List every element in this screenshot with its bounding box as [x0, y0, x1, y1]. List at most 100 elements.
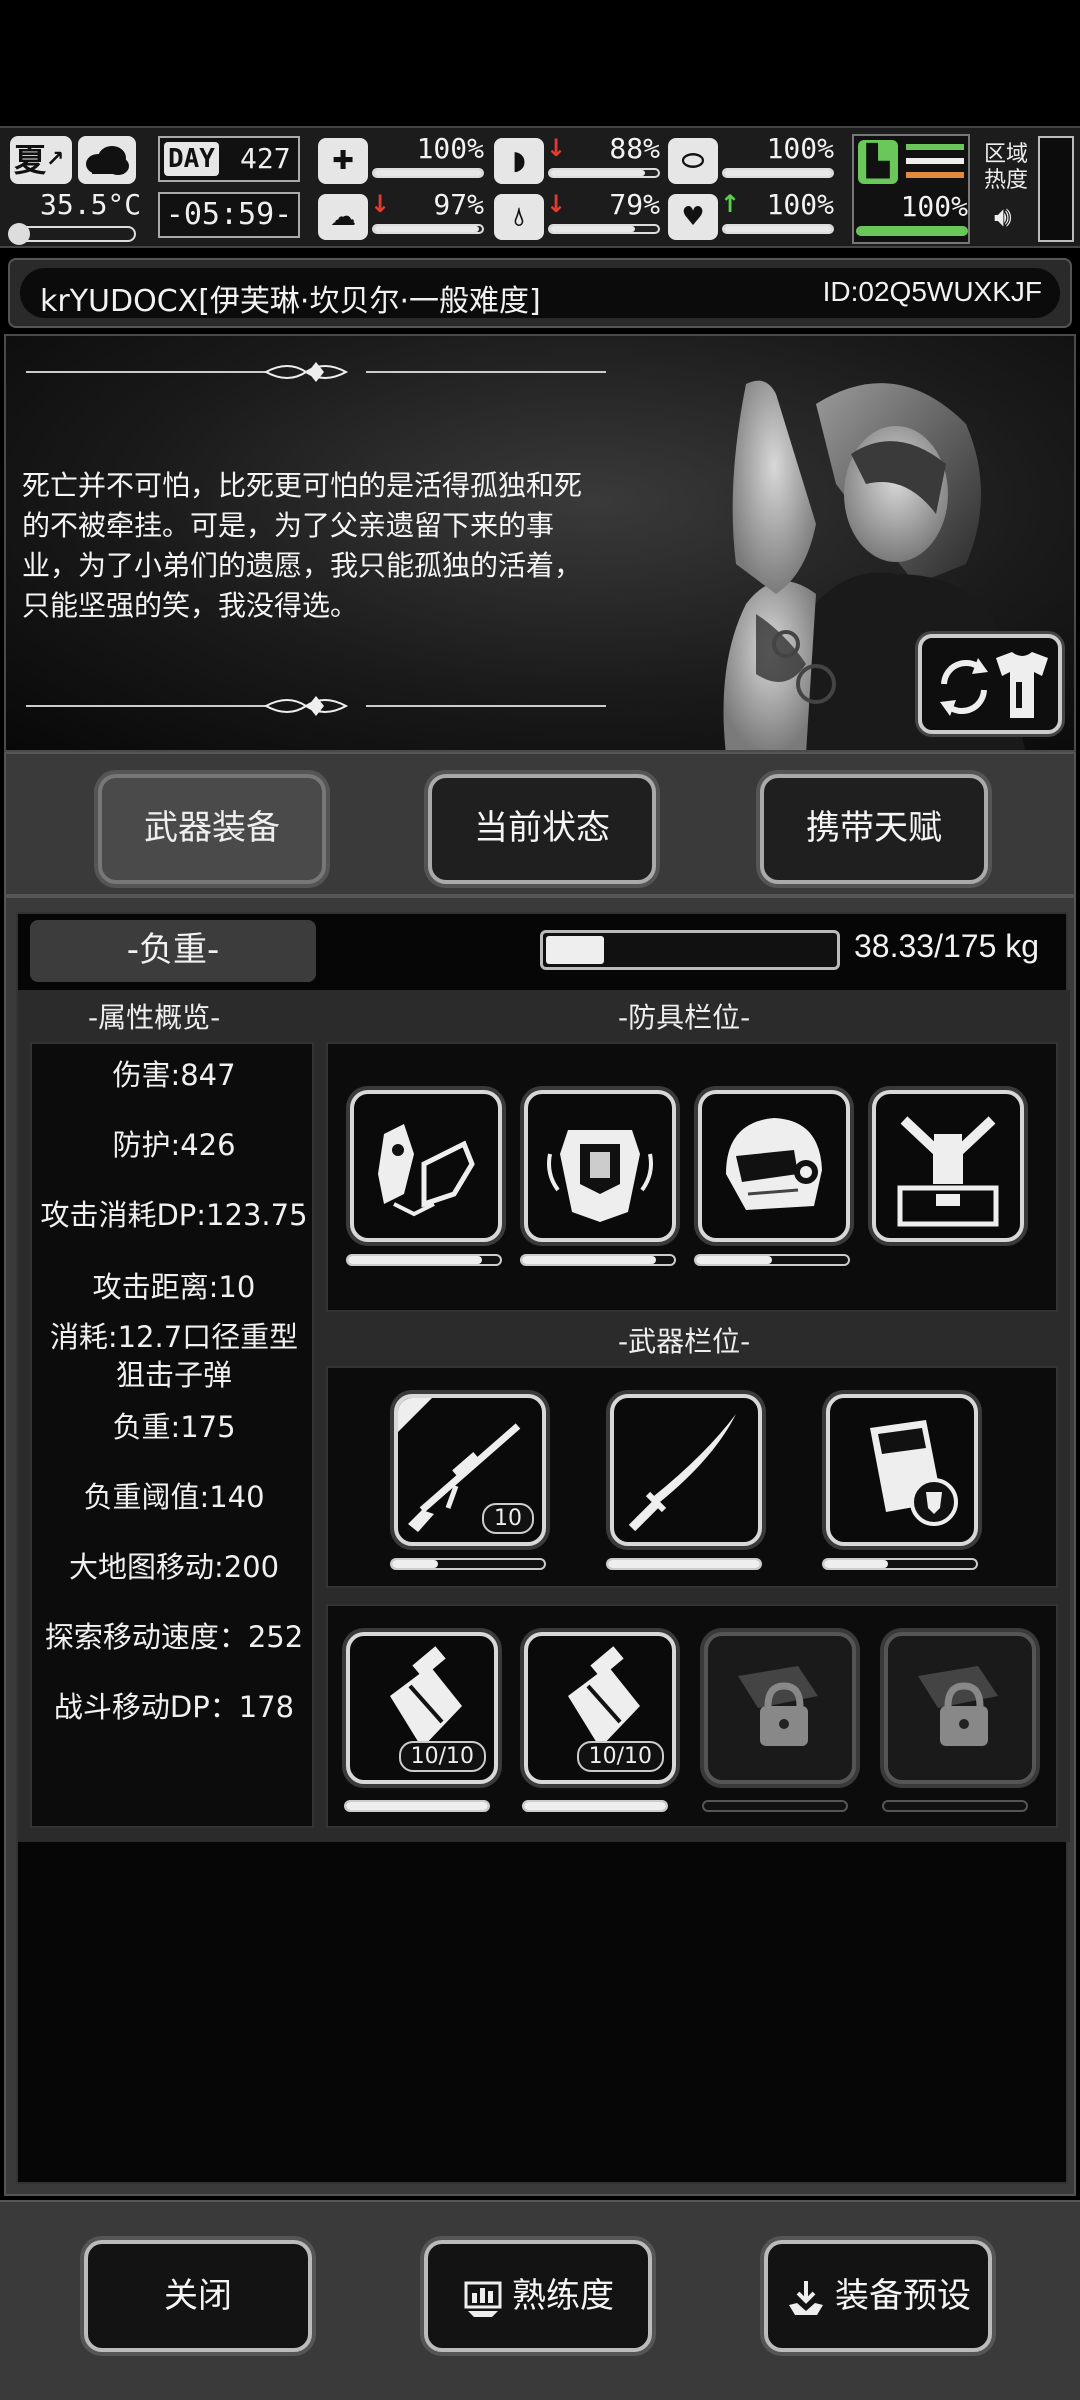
durability-fill	[346, 1802, 488, 1810]
katana-durability-bar	[606, 1558, 762, 1570]
item-slot-1[interactable]: 10/10	[346, 1632, 498, 1784]
close-button-label: 关闭	[164, 2276, 232, 2316]
tab-current-status[interactable]: 当前状态	[428, 774, 656, 884]
weapon-slot-shield-case[interactable]	[826, 1394, 978, 1546]
item-slot-locked-4[interactable]	[884, 1632, 1036, 1784]
weapon-slot-katana[interactable]	[610, 1394, 762, 1546]
health-bar	[372, 168, 484, 178]
consumable-slots-panel: 10/10 10/10	[326, 1604, 1058, 1828]
helmet-icon	[726, 1118, 822, 1210]
armor-slot-helmet[interactable]	[698, 1090, 850, 1242]
item-count: 10/10	[398, 1741, 486, 1772]
chest-durability-bar	[520, 1254, 676, 1266]
attr-combat-move-dp: 战斗移动DP：178	[53, 1690, 295, 1724]
preset-button-label: 装备预设	[835, 2276, 971, 2316]
heart-value: 100%	[766, 188, 834, 221]
armor-slot-chest[interactable]	[524, 1090, 676, 1242]
speed-line-icon	[906, 172, 964, 178]
gloves-durability-bar	[346, 1254, 502, 1266]
armor-slot-gloves[interactable]	[350, 1090, 502, 1242]
equipment-preset-button[interactable]: 装备预设	[764, 2240, 992, 2352]
katana-icon	[628, 1414, 736, 1532]
hunger-value: 88%	[609, 132, 660, 165]
day-label: DAY	[164, 142, 219, 176]
character-banner: 死亡并不可怕，比死更可怕的是活得孤独和死的不被牵挂。可是，为了父亲遗留下来的事业…	[4, 334, 1076, 752]
brain-icon: ☁	[318, 194, 368, 240]
item1-bar	[344, 1800, 490, 1812]
close-button[interactable]: 关闭	[84, 2240, 312, 2352]
rifle-durability-bar	[390, 1558, 546, 1570]
character-name: krYUDOCX[伊芙琳·坎贝尔·一般难度]	[40, 284, 541, 319]
item-slot-2[interactable]: 10/10	[524, 1632, 676, 1784]
shield-case-icon	[870, 1420, 958, 1526]
proficiency-icon	[464, 2281, 502, 2317]
durability-fill	[392, 1560, 438, 1568]
gloves-icon	[378, 1124, 475, 1217]
armor-slots-panel	[326, 1042, 1058, 1312]
boot-value: 100%	[900, 190, 968, 223]
armor-heading: -防具栏位-	[618, 1001, 751, 1034]
heart-bar	[722, 224, 834, 234]
weapons-heading: -武器栏位-	[618, 1325, 751, 1358]
thirst-fill	[550, 226, 636, 232]
equipment-panel-inner: -负重- 38.33/175 kg -属性概览- -防具栏位- -武器栏位- 伤…	[16, 912, 1070, 2184]
tab-talents[interactable]: 携带天赋	[760, 774, 988, 884]
outfit-swap-icon	[940, 652, 1048, 718]
attr-map-movement: 大地图移动:200	[68, 1550, 280, 1584]
season-label: 夏	[14, 141, 47, 179]
area-heat-label: 区域热度	[984, 142, 1029, 193]
temperature-value: 35.5°C	[40, 188, 142, 221]
speaker-icon[interactable]: 🔊︎	[994, 200, 1012, 234]
item3-bar	[702, 1800, 848, 1812]
boot-fill	[858, 228, 966, 234]
day-value: 427	[240, 142, 291, 175]
weather-cloud-icon	[78, 136, 136, 184]
attr-attack-range: 攻击距离:10	[92, 1270, 256, 1304]
season-indicator: 夏↗	[10, 136, 72, 184]
tab-weapon-equipment[interactable]: 武器装备	[98, 774, 326, 884]
armor-slot-backpack-frame[interactable]	[872, 1090, 1024, 1242]
durability-fill	[348, 1256, 482, 1264]
attr-weight-threshold: 负重阈值:140	[83, 1480, 265, 1514]
player-id: ID:02Q5WUXKJF	[822, 276, 1042, 307]
heart-fill	[724, 226, 832, 232]
attr-explore-speed: 探索移动速度：252	[44, 1620, 304, 1654]
weight-bar	[540, 930, 840, 970]
game-clock: -05:59-	[158, 192, 300, 238]
durability-fill	[696, 1256, 772, 1264]
medkit-icon: ✚	[318, 138, 368, 184]
health-fill	[374, 170, 482, 176]
chest-armor-icon	[547, 1130, 653, 1222]
backpack-frame-icon	[897, 1116, 999, 1227]
durability-fill	[524, 1802, 666, 1810]
item-slot-locked-3[interactable]	[704, 1632, 856, 1784]
boot-bar	[856, 226, 968, 236]
pill-icon: ⬭	[668, 138, 718, 184]
boot-icon: ▙	[858, 140, 898, 184]
change-outfit-button[interactable]	[918, 634, 1062, 734]
condition-fill	[724, 170, 832, 176]
lock-icon	[918, 1666, 998, 1746]
hunger-fill	[550, 170, 646, 176]
thirst-bar	[548, 224, 660, 234]
stomach-icon: ◗	[494, 138, 544, 184]
weight-label: -负重-	[30, 920, 316, 982]
area-heat-meter	[1038, 136, 1074, 242]
helmet-durability-bar	[694, 1254, 850, 1266]
heart-icon: ♥	[668, 194, 718, 240]
stamina-value: 97%	[433, 188, 484, 221]
condition-value: 100%	[766, 132, 834, 165]
character-quote: 死亡并不可怕，比死更可怕的是活得孤独和死的不被牵挂。可是，为了父亲遗留下来的事业…	[22, 469, 583, 622]
equipment-panel: -负重- 38.33/175 kg -属性概览- -防具栏位- -武器栏位- 伤…	[4, 896, 1076, 2196]
proficiency-button[interactable]: 熟练度	[424, 2240, 652, 2352]
item4-bar	[882, 1800, 1028, 1812]
sun-icon: ↗	[46, 147, 65, 172]
hunger-bar	[548, 168, 660, 178]
status-bar: 夏↗ 35.5°C DAY 427 -05:59- ✚ 100% ◗ ↓ 88%…	[0, 126, 1080, 248]
ammo-count: 10	[482, 1503, 534, 1534]
attr-damage: 伤害:847	[112, 1058, 236, 1092]
shield-durability-bar	[822, 1558, 978, 1570]
weapon-slot-rifle[interactable]: 10	[394, 1394, 546, 1546]
health-value: 100%	[416, 132, 484, 165]
item2-bar	[522, 1800, 668, 1812]
